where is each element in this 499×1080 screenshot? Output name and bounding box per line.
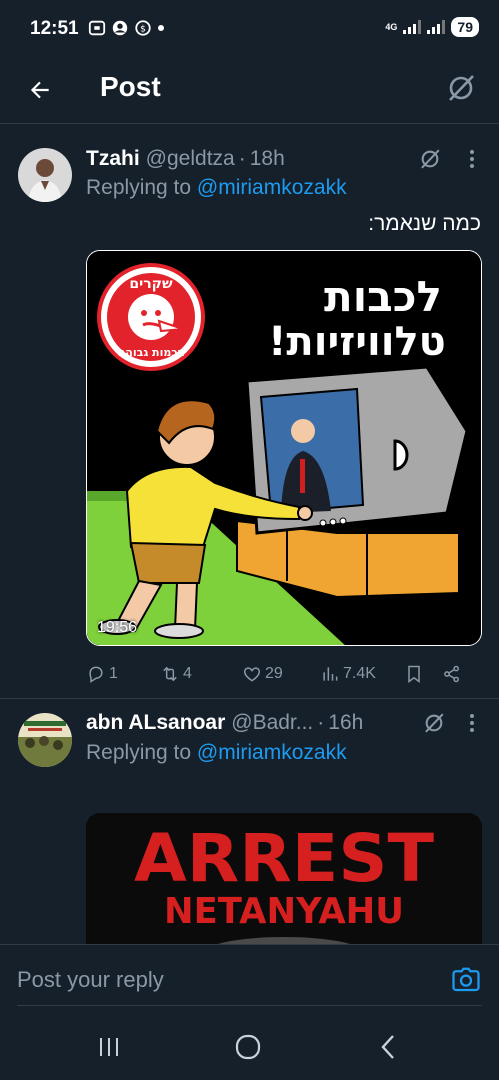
system-nav-bar [0, 1014, 499, 1080]
stamp-bottom-text: בכמות גבוהה [118, 346, 185, 359]
repost-count: 4 [183, 665, 192, 682]
like-button[interactable]: 29 [242, 664, 320, 684]
replying-to-link[interactable]: @miriamkozakk [197, 741, 347, 764]
tweet-image[interactable]: ARREST NETANYAHU [86, 813, 482, 944]
tweet-tzahi[interactable]: Tzahi @geldtza · 18h Replying to @miriam… [0, 124, 499, 698]
dot-icon [158, 25, 164, 31]
more-options-button[interactable] [459, 146, 485, 172]
views-button[interactable]: 7.4K [320, 664, 404, 684]
media-headline-2: טלוויזיות! [268, 319, 446, 365]
reply-icon [89, 666, 103, 683]
home-icon [235, 1034, 261, 1060]
network-label: 4G [385, 21, 398, 32]
post-screen: 12:51 $ 4G 79 Post Tzahi @geldtza · 18h … [0, 0, 499, 1080]
grok-icon [425, 713, 444, 733]
reply-input[interactable]: Post your reply [17, 967, 164, 993]
avatar[interactable] [18, 713, 72, 767]
author-name[interactable]: Tzahi [86, 147, 140, 171]
avatar[interactable] [18, 148, 72, 202]
post-time[interactable]: 18h [250, 147, 285, 171]
video-duration: 19:56 [97, 619, 138, 636]
back-button[interactable] [20, 70, 60, 110]
author-handle[interactable]: @Badr... [231, 711, 313, 735]
replying-prefix: Replying to [86, 176, 197, 199]
analytics-icon [323, 667, 338, 681]
replying-to-link[interactable]: @miriamkozakk [197, 176, 347, 199]
chevron-left-icon [381, 1035, 394, 1059]
home-button[interactable] [233, 1032, 263, 1062]
more-vertical-icon [470, 150, 474, 168]
like-count: 29 [265, 665, 283, 682]
separator: · [317, 711, 325, 734]
tweet-abn-alsanoar[interactable]: abn ALsanoar @Badr... · 16h Replying to … [0, 699, 499, 944]
signal-icon-2 [427, 20, 446, 34]
repost-icon [163, 666, 177, 682]
tweet-video[interactable]: שקרים בכמות גבוהה לכבות טלוויזיות! 19:56 [86, 250, 482, 646]
separator: · [238, 147, 246, 170]
media-headline-1: לכבות [324, 272, 442, 321]
status-bar: 12:51 $ 4G 79 [0, 0, 499, 58]
arrow-left-icon [30, 81, 49, 99]
camera-icon [452, 967, 480, 992]
bookmark-button[interactable] [404, 664, 442, 684]
reply-composer: Post your reply [0, 944, 499, 1014]
author-handle[interactable]: @geldtza [146, 147, 235, 171]
repost-button[interactable]: 4 [160, 664, 242, 684]
post-time[interactable]: 16h [328, 711, 363, 735]
views-count: 7.4K [343, 665, 376, 682]
data-saver-icon: $ [135, 20, 151, 36]
replying-to: Replying to @miriamkozakk [86, 741, 347, 765]
system-back-button[interactable] [373, 1032, 403, 1062]
video-thumbnail: שקרים בכמות גבוהה לכבות טלוויזיות! [87, 251, 481, 645]
avatar-image [18, 713, 72, 767]
grok-button[interactable] [441, 68, 481, 108]
recent-apps-button[interactable] [94, 1032, 124, 1062]
image-thumbnail: ARREST NETANYAHU [86, 813, 482, 944]
replying-to: Replying to @miriamkozakk [86, 176, 347, 200]
signal-icon-1 [403, 20, 422, 34]
more-vertical-icon [470, 714, 474, 732]
recent-apps-icon [100, 1038, 118, 1056]
svg-text:$: $ [140, 25, 146, 35]
share-button[interactable] [442, 664, 472, 684]
status-time: 12:51 [30, 18, 79, 39]
tweet-actions: 1 4 29 7.4K [86, 660, 482, 688]
grok-button[interactable] [421, 710, 447, 736]
author-name[interactable]: abn ALsanoar [86, 711, 225, 735]
stamp-top-text: שקרים [129, 276, 173, 292]
reply-button[interactable]: 1 [86, 664, 160, 684]
status-right: 4G 79 [385, 17, 479, 37]
reply-underline [17, 1005, 482, 1006]
share-icon [444, 665, 459, 683]
media-headline-1: ARREST [134, 820, 434, 897]
tweet-text: כמה שנאמר: [368, 212, 481, 235]
grok-icon [449, 75, 474, 101]
page-title: Post [100, 71, 161, 102]
avatar-image [18, 148, 72, 202]
bookmark-icon [408, 665, 420, 683]
battery-indicator: 79 [451, 17, 479, 37]
grok-icon [421, 149, 440, 169]
reply-count: 1 [109, 665, 118, 682]
screenshot-icon [88, 20, 106, 36]
heart-icon [243, 667, 261, 682]
notification-icons: $ [88, 19, 165, 37]
media-headline-2: NETANYAHU [164, 891, 404, 932]
account-icon [112, 20, 128, 36]
replying-prefix: Replying to [86, 741, 197, 764]
grok-button[interactable] [417, 146, 443, 172]
more-options-button[interactable] [459, 710, 485, 736]
camera-button[interactable] [451, 965, 481, 995]
app-header: Post [0, 58, 499, 124]
